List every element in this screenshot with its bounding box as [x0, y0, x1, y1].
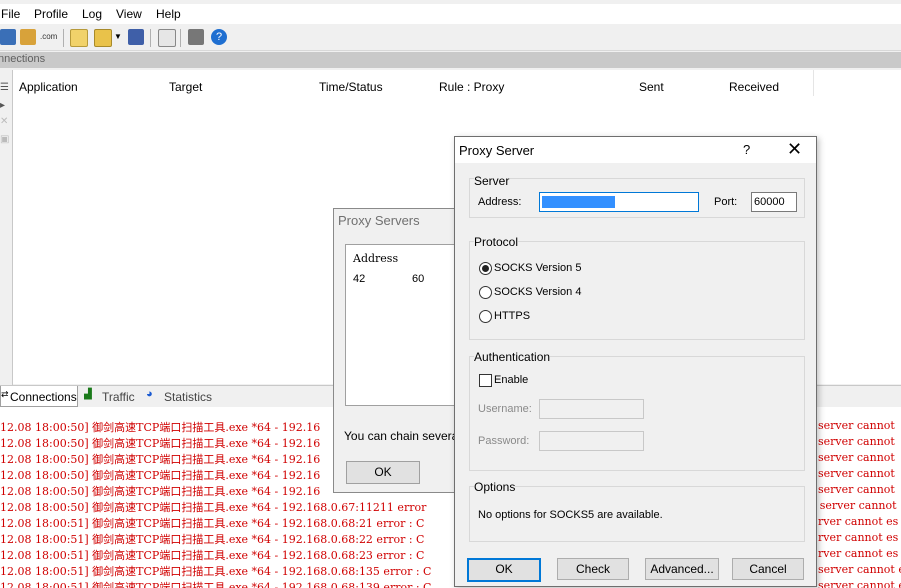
log-line: 12.08 18:00:51] 御剑高速TCP端口扫描工具.exe *64 - …: [0, 549, 425, 562]
chevron-down-icon[interactable]: ▼: [114, 29, 122, 45]
menu-help[interactable]: Help: [156, 7, 181, 21]
column-header-target[interactable]: Target: [163, 70, 314, 96]
toolbar: .com ▼ ?: [0, 26, 901, 51]
log-line-tail: server cannot: [818, 451, 895, 464]
socks5-radio[interactable]: [479, 262, 492, 275]
socks4-radio[interactable]: [479, 286, 492, 299]
password-input[interactable]: [539, 431, 644, 451]
log-line: 12.08 18:00:50] 御剑高速TCP端口扫描工具.exe *64 - …: [0, 421, 321, 434]
menu-view[interactable]: View: [116, 7, 142, 21]
list-column-address[interactable]: Address: [353, 252, 398, 265]
log-line-tail: rver cannot es: [818, 547, 899, 560]
socks5-label[interactable]: SOCKS Version 5: [494, 262, 581, 274]
dialog-title: Proxy Server: [459, 143, 535, 158]
log-line: 12.08 18:00:51] 御剑高速TCP端口扫描工具.exe *64 - …: [0, 517, 425, 530]
proxy-servers-ok-button[interactable]: OK: [346, 461, 420, 484]
column-header-sent[interactable]: Sent: [633, 70, 724, 96]
menu-bar: File Profile Log View Help: [0, 4, 901, 24]
port-label: Port:: [714, 196, 738, 208]
column-header-received[interactable]: Received: [723, 70, 814, 96]
connections-icon: ⇄: [1, 389, 9, 399]
help-icon[interactable]: ?: [743, 142, 750, 157]
toolbar-separator: [63, 29, 64, 47]
profile-icon[interactable]: [0, 29, 16, 45]
https-label[interactable]: HTTPS: [494, 310, 530, 322]
log-line-tail: server cannot: [818, 483, 895, 496]
log-line: 12.08 18:00:50] 御剑高速TCP端口扫描工具.exe *64 - …: [0, 453, 321, 466]
proxy-server-dialog: Proxy Server ? ✕ Server Address: Port: 6…: [454, 136, 817, 587]
dns-icon[interactable]: .com: [40, 29, 58, 45]
column-header-rule-proxy[interactable]: Rule : Proxy: [433, 70, 634, 96]
port-input[interactable]: 60000: [751, 192, 797, 212]
list-icon[interactable]: ☰: [0, 83, 9, 93]
log-line: 12.08 18:00:51] 御剑高速TCP端口扫描工具.exe *64 - …: [0, 533, 425, 546]
arrow-icon[interactable]: ▸: [0, 101, 8, 111]
tab-connections[interactable]: ⇄ Connections: [0, 386, 78, 407]
menu-profile[interactable]: Profile: [34, 7, 68, 21]
log-line-tail: server cannot: [818, 435, 895, 448]
address-input[interactable]: [539, 192, 699, 212]
authentication-group-title: Authentication: [474, 350, 551, 364]
proxy-servers-icon[interactable]: [20, 29, 36, 45]
enable-auth-label[interactable]: Enable: [494, 374, 528, 386]
menu-file[interactable]: File: [1, 7, 20, 21]
options-group-title: Options: [474, 480, 516, 494]
traffic-chart-icon: ▟: [84, 389, 92, 400]
log-line-tail: rver cannot es: [818, 531, 899, 544]
log-line: 12.08 18:00:50] 御剑高速TCP端口扫描工具.exe *64 - …: [0, 437, 321, 450]
toolbar-separator: [180, 29, 181, 47]
dialog-titlebar: Proxy Server ? ✕: [455, 137, 816, 163]
connections-pane-header: nnections: [0, 52, 901, 68]
print-icon[interactable]: [188, 29, 204, 45]
left-toolstrip: ☰ ▸ ✕ ▣: [0, 70, 13, 385]
log-line-tail: server cannot: [818, 419, 895, 432]
open-folder-icon[interactable]: [94, 29, 112, 47]
help-icon[interactable]: ?: [211, 29, 227, 45]
chain-info-text: You can chain several p: [344, 429, 471, 443]
tab-traffic[interactable]: ▟ Traffic: [82, 386, 140, 406]
username-input[interactable]: [539, 399, 644, 419]
toolbar-separator: [150, 29, 151, 47]
https-radio[interactable]: [479, 310, 492, 323]
log-line-tail: rver cannot es: [818, 515, 899, 528]
advanced-button[interactable]: Advanced...: [645, 558, 719, 580]
log-line: 12.08 18:00:51] 御剑高速TCP端口扫描工具.exe *64 - …: [0, 581, 432, 588]
address-label: Address:: [478, 196, 522, 208]
proxy-list-item-address[interactable]: 42: [353, 273, 365, 285]
enable-auth-checkbox[interactable]: [479, 374, 492, 387]
log-line: 12.08 18:00:51] 御剑高速TCP端口扫描工具.exe *64 - …: [0, 565, 432, 578]
statistics-pie-icon: ◕: [146, 388, 153, 400]
log-line-tail: y server cannot: [810, 499, 897, 512]
menu-log[interactable]: Log: [82, 7, 102, 21]
username-label: Username:: [478, 403, 532, 415]
server-group-title: Server: [474, 174, 510, 188]
check-button[interactable]: Check: [557, 558, 629, 580]
proxy-list-item-port[interactable]: 60: [412, 273, 424, 285]
options-text: No options for SOCKS5 are available.: [478, 509, 663, 521]
log-line-tail: server cannot e: [818, 563, 901, 576]
log-line-tail: server cannot: [818, 467, 895, 480]
cancel-button[interactable]: Cancel: [732, 558, 804, 580]
link-icon[interactable]: ▣: [0, 135, 9, 145]
proxy-servers-dialog-title: Proxy Servers: [338, 213, 420, 228]
socks4-label[interactable]: SOCKS Version 4: [494, 286, 581, 298]
log-line: 12.08 18:00:50] 御剑高速TCP端口扫描工具.exe *64 - …: [0, 469, 321, 482]
address-selection-highlight: [542, 196, 615, 208]
close-icon[interactable]: ✕: [0, 117, 8, 127]
log-line-tail: server cannot e: [818, 579, 901, 588]
log-line: 12.08 18:00:50] 御剑高速TCP端口扫描工具.exe *64 - …: [0, 501, 427, 514]
log-line: 12.08 18:00:50] 御剑高速TCP端口扫描工具.exe *64 - …: [0, 485, 321, 498]
column-header-application[interactable]: Application: [13, 70, 164, 96]
protocol-group-title: Protocol: [474, 235, 519, 249]
connections-pane-title: nnections: [0, 53, 46, 65]
tab-statistics[interactable]: ◕ Statistics: [142, 386, 216, 406]
properties-icon[interactable]: [158, 29, 176, 47]
close-icon[interactable]: ✕: [787, 139, 802, 160]
ok-button[interactable]: OK: [467, 558, 541, 582]
save-icon[interactable]: [128, 29, 144, 45]
password-label: Password:: [478, 435, 530, 447]
column-header-time-status[interactable]: Time/Status: [313, 70, 434, 96]
new-profile-icon[interactable]: [70, 29, 88, 47]
